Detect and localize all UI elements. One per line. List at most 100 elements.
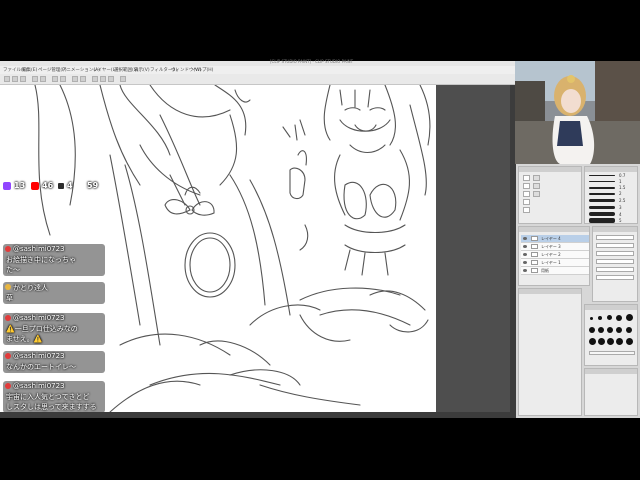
deselect-icon[interactable] — [72, 76, 78, 82]
brush-size-label: 4 — [619, 212, 622, 217]
grid-icon[interactable] — [108, 76, 114, 82]
material-panel-title — [585, 369, 637, 374]
navigator-panel — [518, 288, 582, 416]
brush-tip-dot[interactable] — [607, 327, 613, 333]
brush-tip-dot[interactable] — [607, 315, 612, 320]
chat-avatar — [5, 246, 11, 252]
chat-username: @sashimi0723 — [13, 352, 65, 360]
chat-message: @sashimi0723 ⚠️一旦プロ仕込みなの ませえ。⚠️ — [3, 313, 105, 345]
command-bar — [0, 74, 515, 85]
property-slider[interactable] — [596, 275, 634, 280]
brush-size-label: 1.5 — [619, 185, 626, 190]
tool-fill-icon[interactable] — [523, 207, 530, 213]
clear-icon[interactable] — [52, 76, 58, 82]
brush-size-swatch[interactable] — [589, 212, 615, 216]
brush-size-swatch[interactable] — [589, 199, 615, 202]
right-panels: 0.7 1 1.5 2 2.5 3 4 5 レイヤー 4 レイヤー 3 レイヤー… — [516, 164, 640, 418]
chat-text: た〜 — [6, 266, 20, 274]
eye-icon[interactable] — [523, 269, 527, 272]
tool-pencil-icon[interactable] — [523, 183, 530, 189]
brush-size-swatch[interactable] — [589, 218, 615, 223]
layer-thumbnail — [531, 268, 538, 273]
chat-username: かとり達人 — [13, 284, 48, 292]
tool-brush-icon[interactable] — [523, 191, 530, 197]
sub-tool-panel-title — [519, 167, 581, 172]
save-icon[interactable] — [20, 76, 26, 82]
brush-tip-dot[interactable] — [626, 314, 633, 321]
menu-edit[interactable]: 編集(E) — [22, 67, 37, 73]
invert-selection-icon[interactable] — [80, 76, 86, 82]
undo-icon[interactable] — [32, 76, 38, 82]
brush-tip-dot[interactable] — [626, 338, 633, 345]
redo-icon[interactable] — [40, 76, 46, 82]
brush-size-panel: 0.7 1 1.5 2 2.5 3 4 5 — [584, 166, 638, 224]
property-slider[interactable] — [596, 251, 634, 256]
brush-size-swatch[interactable] — [589, 206, 615, 209]
layer-row[interactable]: レイヤー 2 — [521, 251, 589, 259]
eye-icon[interactable] — [523, 237, 527, 240]
stream-stats-bar: 13 46 4 59 — [3, 180, 98, 192]
brush-tip-dot[interactable] — [607, 338, 614, 345]
eye-icon[interactable] — [523, 261, 527, 264]
user-icon — [76, 182, 84, 190]
layer-thumbnail — [531, 252, 538, 257]
brush-tip-dot[interactable] — [589, 338, 596, 345]
layer-name: レイヤー 4 — [541, 236, 561, 241]
viewer-icon — [57, 182, 65, 190]
brush-tip-dot[interactable] — [616, 327, 622, 333]
window-title: [CLIP STUDIO PAINT] - CLIP STUDIO PAINT — [270, 59, 354, 64]
layer-row[interactable]: レイヤー 4 — [521, 235, 589, 243]
layer-row[interactable]: レイヤー 3 — [521, 243, 589, 251]
chat-text: 草 — [6, 294, 13, 302]
brush-tip-dot[interactable] — [598, 338, 605, 345]
layer-row[interactable]: レイヤー 1 — [521, 259, 589, 267]
stat-count: 4 — [67, 181, 73, 190]
chat-username: @sashimi0723 — [13, 382, 65, 390]
brush-size-swatch[interactable] — [589, 187, 615, 189]
chat-message: @sashimi0723 なんかのエートイレ〜 — [3, 351, 105, 373]
tool-lasso-icon[interactable] — [533, 191, 540, 197]
layer-row[interactable]: 用紙 — [521, 267, 589, 275]
brush-size-swatch[interactable] — [589, 175, 615, 176]
tool-property-panel — [592, 226, 638, 302]
tool-select-icon[interactable] — [533, 183, 540, 189]
tool-pen-icon[interactable] — [523, 175, 530, 181]
brush-tip-panel — [584, 304, 638, 366]
settings-icon[interactable] — [120, 76, 126, 82]
brush-size-label: 5 — [619, 218, 622, 223]
stat-count: 59 — [87, 181, 99, 190]
chat-avatar — [5, 383, 11, 389]
layer-panel: レイヤー 4 レイヤー 3 レイヤー 2 レイヤー 1 用紙 — [518, 226, 590, 286]
tool-eraser-icon[interactable] — [523, 199, 530, 205]
property-slider[interactable] — [596, 267, 634, 272]
new-icon[interactable] — [4, 76, 10, 82]
brush-size-label: 0.7 — [619, 173, 626, 178]
eye-icon[interactable] — [523, 253, 527, 256]
property-slider[interactable] — [596, 235, 634, 240]
brush-tip-dot[interactable] — [616, 338, 623, 345]
ruler-icon[interactable] — [100, 76, 106, 82]
eye-icon[interactable] — [523, 245, 527, 248]
layer-name: レイヤー 3 — [541, 244, 561, 249]
stat-count: 13 — [14, 181, 26, 190]
layer-thumbnail — [531, 236, 538, 241]
layer-thumbnail — [531, 244, 538, 249]
brush-tip-dot[interactable] — [589, 327, 595, 333]
brush-size-swatch[interactable] — [589, 193, 615, 195]
brush-tip-scroll[interactable] — [589, 351, 635, 355]
snap-icon[interactable] — [92, 76, 98, 82]
menu-view[interactable]: 表示(V) — [134, 67, 150, 73]
property-slider[interactable] — [596, 243, 634, 248]
brush-tip-dot[interactable] — [598, 327, 604, 333]
brush-tip-dot[interactable] — [598, 316, 602, 320]
brush-tip-dot[interactable] — [616, 315, 622, 321]
tool-move-icon[interactable] — [533, 175, 540, 181]
chat-text: しスタしは思って来ますする — [6, 403, 97, 411]
transform-icon[interactable] — [60, 76, 66, 82]
open-icon[interactable] — [12, 76, 18, 82]
property-slider[interactable] — [596, 259, 634, 264]
brush-tip-dot[interactable] — [626, 327, 632, 333]
brush-tip-dot[interactable] — [590, 317, 593, 320]
menu-help[interactable]: ヘルプ(H) — [193, 67, 213, 73]
brush-size-swatch[interactable] — [589, 181, 615, 182]
